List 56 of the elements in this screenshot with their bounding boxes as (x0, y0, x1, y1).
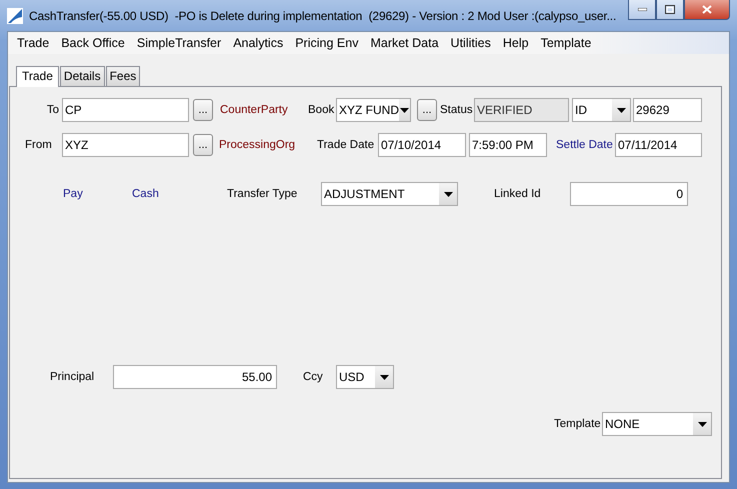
dropdown[interactable]: NONE (602, 412, 712, 436)
field-label: From (25, 139, 53, 151)
lookup-button[interactable]: ... (193, 99, 213, 121)
tab[interactable]: Details (60, 66, 105, 86)
menu-item[interactable]: SimpleTransfer (130, 32, 228, 54)
maximize-icon (665, 5, 675, 14)
menu-item[interactable]: Template (534, 32, 598, 54)
caret-icon (444, 192, 452, 196)
name-label: CounterParty (220, 104, 289, 116)
menu-item[interactable]: Utilities (444, 32, 497, 54)
input-field[interactable]: 55.00 (113, 365, 277, 389)
dropdown[interactable]: USD (336, 365, 394, 389)
caret-icon (616, 108, 626, 112)
caret-icon (400, 108, 409, 112)
menu-item[interactable]: Analytics (227, 32, 290, 54)
field-label: Trade Date (317, 139, 376, 151)
menu-item[interactable]: Market Data (364, 32, 445, 54)
field-label: Book (308, 104, 336, 116)
link-label[interactable]: Settle Date (556, 139, 614, 151)
menu-item[interactable]: Pricing Env (289, 32, 364, 54)
input-field[interactable]: 07/11/2014 (615, 133, 702, 157)
field-label: Principal (50, 371, 96, 383)
close-icon (702, 5, 712, 14)
field-label: Template (554, 418, 600, 430)
lookup-button[interactable]: ... (417, 99, 437, 121)
tab[interactable]: Fees (106, 66, 140, 86)
field-label: Status (440, 104, 473, 116)
maximize-button[interactable] (656, 0, 684, 20)
input-field[interactable]: 29629 (633, 98, 702, 122)
dropdown[interactable]: XYZ FUND (336, 98, 411, 122)
close-button[interactable] (684, 0, 730, 20)
minimize-icon (638, 8, 646, 11)
tab[interactable]: Trade (16, 66, 59, 87)
link-label[interactable]: Cash (132, 188, 162, 200)
link-label[interactable]: Pay (63, 188, 88, 200)
input-field[interactable]: 7:59:00 PM (469, 133, 547, 157)
lookup-button[interactable]: ... (193, 134, 213, 156)
field-label: To (46, 104, 59, 116)
input-field[interactable]: 07/10/2014 (378, 133, 466, 157)
minimize-button[interactable] (628, 0, 656, 20)
field-label: Transfer Type (227, 188, 298, 200)
input-field[interactable]: CP (62, 98, 189, 122)
field-label: Ccy (303, 371, 324, 383)
dropdown[interactable]: ID (572, 98, 631, 122)
caret-icon (698, 422, 706, 426)
dropdown[interactable]: ADJUSTMENT (321, 182, 458, 206)
menu-item[interactable]: Back Office (55, 32, 131, 54)
menu-item[interactable]: Trade (8, 32, 56, 54)
menu-item[interactable]: Help (496, 32, 535, 54)
window-title: CashTransfer(-55.00 USD) -PO is Delete during implementation (29629) - Version : 2 Mod User :(calypso_user... (29, 8, 618, 22)
field-label: Linked Id (494, 188, 542, 200)
caret-icon (380, 374, 388, 380)
app-icon (7, 8, 23, 24)
name-label: ProcessingOrg (219, 139, 296, 151)
input-field[interactable]: 0 (570, 182, 688, 206)
input-field[interactable]: XYZ (62, 133, 189, 157)
